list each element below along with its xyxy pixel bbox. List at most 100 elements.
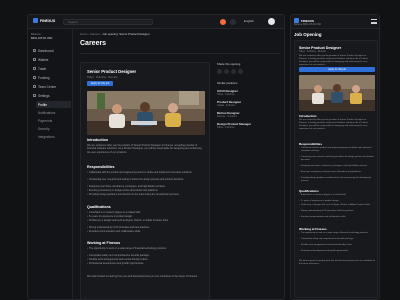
share-icon[interactable]: [231, 69, 236, 74]
sidebar: Balance $832,105.82 USD Dashboard Wallet…: [28, 29, 73, 299]
similar-position-meta: Tokyo · Full-time: [217, 93, 235, 96]
page-title: Job Opening: [294, 32, 322, 37]
closing-text: We look forward to hearing from you and …: [87, 275, 198, 278]
sidebar-item-team-center[interactable]: Team Center: [31, 83, 71, 90]
sidebar-item-trade[interactable]: Trade: [31, 65, 71, 72]
list-item: Designing user flows, wireframes, protot…: [299, 165, 375, 168]
list-item: A bachelor's or master's degree in a rel…: [299, 194, 375, 197]
avatar[interactable]: [268, 18, 275, 25]
trade-icon: [33, 67, 36, 70]
balance-value: $832,105.82 USD: [302, 24, 322, 26]
list-item: Designing user flows, wireframes, protot…: [87, 185, 205, 188]
share-icon[interactable]: [224, 69, 229, 74]
sidebar-item-funding[interactable]: Funding: [31, 74, 71, 81]
sidebar-item-label: Dashboard: [38, 48, 54, 53]
qualifications-heading: Qualifications: [87, 205, 111, 209]
list-item: Excellent communication and collaboratio…: [87, 230, 205, 233]
team-photo-illustration: [299, 75, 375, 111]
account-balance: Balance $832,105.82 USD: [31, 33, 52, 41]
sidebar-item-wallets[interactable]: Wallets: [31, 56, 71, 63]
settings-icon[interactable]: [230, 19, 236, 25]
bell-icon[interactable]: [220, 19, 226, 25]
list-item: Collaborate with the product and enginee…: [87, 171, 205, 174]
job-title: Senior Product Designer: [299, 46, 342, 50]
list-item: Ensuring consistency in design across al…: [87, 189, 205, 192]
list-item: The opportunity to work on a wide range …: [87, 247, 205, 250]
brand-logo[interactable]: FINEXUS: [294, 18, 314, 23]
brand-mark-icon: [294, 18, 299, 23]
intro-text: We are excited to offer you the position…: [299, 55, 369, 66]
funding-icon: [33, 76, 36, 79]
share-icon[interactable]: [238, 69, 243, 74]
language-select[interactable]: English: [244, 19, 254, 23]
similar-position-meta: Osaka · Full-time: [217, 104, 236, 107]
team-photo: [299, 75, 375, 111]
sidebar-item-label: Team Center: [38, 84, 57, 89]
sidebar-item-label: Trade: [38, 66, 47, 71]
mobile-window: FINEXUS Balance $832,105.82 USD Job Open…: [290, 14, 380, 300]
share-label: Share this opening: [217, 62, 241, 66]
breadcrumb: Home › Careers › Job opening: Senior Pro…: [80, 32, 150, 36]
main-content: Home › Careers › Job opening: Senior Pro…: [73, 29, 284, 299]
job-meta: Tokyo · Full-time · Remote: [87, 76, 118, 79]
wallet-icon: [33, 58, 36, 61]
mobile-top-bar: FINEXUS Balance $832,105.82 USD: [291, 15, 379, 29]
brand-logo[interactable]: FINEXUS: [33, 18, 55, 23]
list-item: Ensuring consistency in design across al…: [299, 171, 375, 174]
page-title: Careers: [80, 40, 107, 47]
intro-text: We are excited to offer you the position…: [299, 119, 369, 130]
balance-label: Balance: [294, 24, 303, 26]
breadcrumb-item[interactable]: Careers: [90, 32, 100, 36]
menu-icon[interactable]: [371, 19, 377, 24]
list-item: Professional development and growth oppo…: [299, 250, 375, 253]
divider: [80, 53, 280, 54]
qualifications-heading: Qualifications: [299, 189, 319, 193]
similar-label: Similar positions: [217, 81, 238, 85]
list-item: Proficiency in design tools such as Figm…: [299, 204, 375, 207]
list-item: Flexible work arrangements and remote-fr…: [87, 258, 205, 261]
team-icon: [33, 85, 36, 88]
sidebar-subitem-payments[interactable]: Payments: [36, 117, 71, 124]
breadcrumb-item[interactable]: Home: [80, 32, 87, 36]
list-item: Competitive salary and comprehensive ben…: [299, 238, 375, 241]
intro-text: We are excited to offer you the position…: [87, 144, 202, 154]
list-item: Providing design guidance and direction …: [299, 177, 375, 183]
sidebar-subitem-security[interactable]: Security: [36, 125, 71, 132]
intro-heading: Introduction: [299, 114, 317, 118]
account-balance: Balance $832,105.82 USD: [294, 24, 321, 26]
job-article: Senior Product Designer Tokyo · Full-tim…: [80, 62, 210, 299]
apply-button[interactable]: Apply for this job: [87, 81, 113, 86]
list-item: 5+ years of experience in product design…: [87, 215, 205, 218]
search-input[interactable]: Search: [63, 19, 153, 25]
list-item: Proficiency in design tools such as Figm…: [87, 219, 205, 222]
balance-value: $832,105.82 USD: [31, 37, 53, 40]
job-meta: Tokyo · Full-time · Remote: [299, 51, 326, 53]
share-icon[interactable]: [217, 69, 222, 74]
list-item: Flexible work arrangements and remote-fr…: [299, 244, 375, 247]
top-bar: FINEXUS Search English: [28, 15, 284, 29]
sidebar-item-settings[interactable]: Settings: [31, 92, 71, 99]
list-item: Professional development and growth oppo…: [87, 262, 205, 265]
brand-name: FINEXUS: [301, 18, 315, 23]
responsibilities-heading: Responsibilities: [299, 142, 323, 146]
working-heading: Working at Finexus: [87, 241, 121, 245]
list-item: Conducting user research and testing to …: [87, 178, 205, 181]
list-item: Excellent communication and collaboratio…: [299, 216, 375, 219]
list-item: The opportunity to work on a wide range …: [299, 232, 375, 235]
similar-position-meta: Remote · Contract: [217, 115, 237, 118]
sidebar-subitem-integrations[interactable]: Integrations: [36, 133, 71, 140]
apply-button[interactable]: Apply for this job: [299, 67, 375, 72]
list-item: Strong understanding of UX principles an…: [87, 226, 205, 229]
team-photo-illustration: [87, 91, 205, 135]
team-photo: [87, 91, 205, 135]
sidebar-subitem-notifications[interactable]: Notifications: [36, 109, 71, 116]
sidebar-item-label: Wallets: [38, 57, 49, 62]
brand-mark-icon: [33, 18, 38, 23]
job-title: Senior Product Designer: [87, 69, 137, 74]
sidebar-item-dashboard[interactable]: Dashboard: [31, 47, 71, 54]
list-item: Conducting user research and testing to …: [299, 156, 375, 162]
sidebar-subitem-profile[interactable]: Profile: [36, 101, 71, 108]
intro-heading: Introduction: [87, 138, 108, 142]
closing-text: We look forward to hearing from you and …: [299, 260, 375, 265]
similar-position-meta: Tokyo · Full-time: [217, 126, 235, 129]
